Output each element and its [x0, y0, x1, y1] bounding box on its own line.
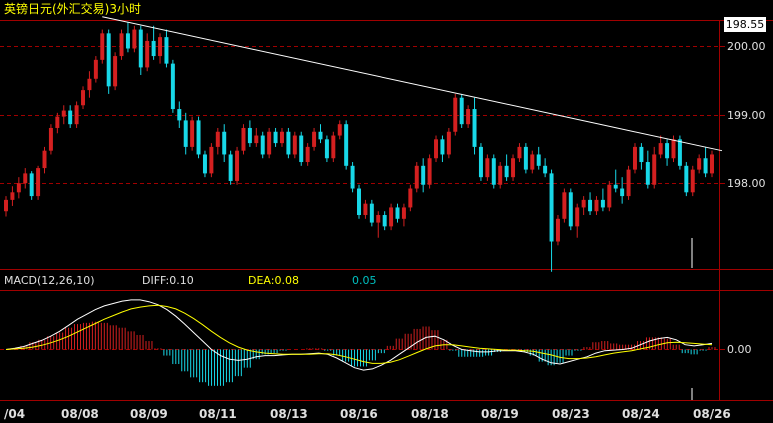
candle: [48, 124, 53, 155]
candle: [324, 135, 329, 163]
candle: [241, 124, 246, 155]
candle: [690, 165, 695, 197]
candle: [170, 59, 175, 113]
x-tick-label: /04: [4, 407, 25, 421]
x-tick-label: 08/23: [552, 407, 590, 421]
candle: [626, 165, 631, 200]
candle: [235, 146, 240, 185]
x-tick-label: 08/16: [340, 407, 378, 421]
candle: [389, 203, 394, 231]
candle: [228, 150, 233, 185]
candle: [292, 131, 297, 159]
candle: [684, 162, 689, 197]
candle: [491, 154, 496, 189]
candle: [414, 162, 419, 193]
x-tick-label: 08/09: [130, 407, 168, 421]
candle: [344, 120, 349, 170]
candle: [74, 101, 79, 128]
candle: [357, 184, 361, 219]
candle: [190, 116, 195, 151]
candle: [453, 93, 458, 136]
candle: [113, 52, 118, 91]
candle: [299, 131, 304, 166]
candle: [260, 131, 265, 159]
candle: [562, 188, 567, 223]
candle: [523, 143, 528, 174]
candle: [36, 165, 41, 200]
candle: [331, 131, 336, 163]
x-tick-label: 08/18: [411, 407, 449, 421]
candle: [209, 143, 214, 178]
candle: [485, 154, 490, 181]
candle: [196, 116, 201, 159]
candle: [408, 184, 413, 212]
x-tick-label: 08/08: [61, 407, 99, 421]
candle: [132, 25, 137, 53]
x-tick-label: 08/26: [693, 407, 731, 421]
candle: [100, 29, 105, 64]
candle: [555, 215, 560, 246]
chart-title: 英镑日元(外汇交易)3小时: [4, 1, 141, 16]
current-price-badge: 198.55: [726, 18, 765, 31]
macd-label: MACD(12,26,10): [4, 274, 95, 287]
dea-label: DEA:0.08: [248, 274, 299, 287]
candle: [286, 127, 291, 159]
x-tick-label: 08/19: [481, 407, 519, 421]
candle: [267, 127, 272, 159]
y-tick-label-198: 198.00: [727, 177, 766, 190]
macd-zero-tick-label: 0.00: [727, 343, 752, 356]
y-tick-label-200: 200.00: [727, 40, 766, 53]
candle: [607, 180, 612, 212]
candle: [459, 93, 464, 128]
candle: [677, 135, 682, 170]
x-tick-label: 08/24: [622, 407, 660, 421]
candle: [350, 162, 355, 193]
candle: [93, 56, 98, 83]
candle: [369, 199, 374, 227]
candle: [119, 29, 124, 60]
candle: [511, 154, 516, 181]
candle: [202, 150, 207, 178]
candle: [29, 171, 34, 200]
candle: [632, 143, 637, 174]
candle: [478, 143, 483, 181]
price-chart[interactable]: 英镑日元(外汇交易)3小时 198.55 200.00 199.00 198.0…: [0, 0, 773, 423]
macd-value-label: 0.05: [352, 274, 377, 287]
x-tick-label: 08/11: [199, 407, 237, 421]
candle: [710, 150, 714, 178]
diff-label: DIFF:0.10: [142, 274, 194, 287]
candle: [498, 162, 503, 189]
candle: [434, 135, 439, 163]
candle: [568, 188, 573, 231]
candle: [106, 29, 111, 94]
x-tick-label: 08/13: [270, 407, 308, 421]
candle: [427, 154, 432, 189]
candle: [446, 127, 451, 159]
y-tick-label-199: 199.00: [727, 109, 766, 122]
